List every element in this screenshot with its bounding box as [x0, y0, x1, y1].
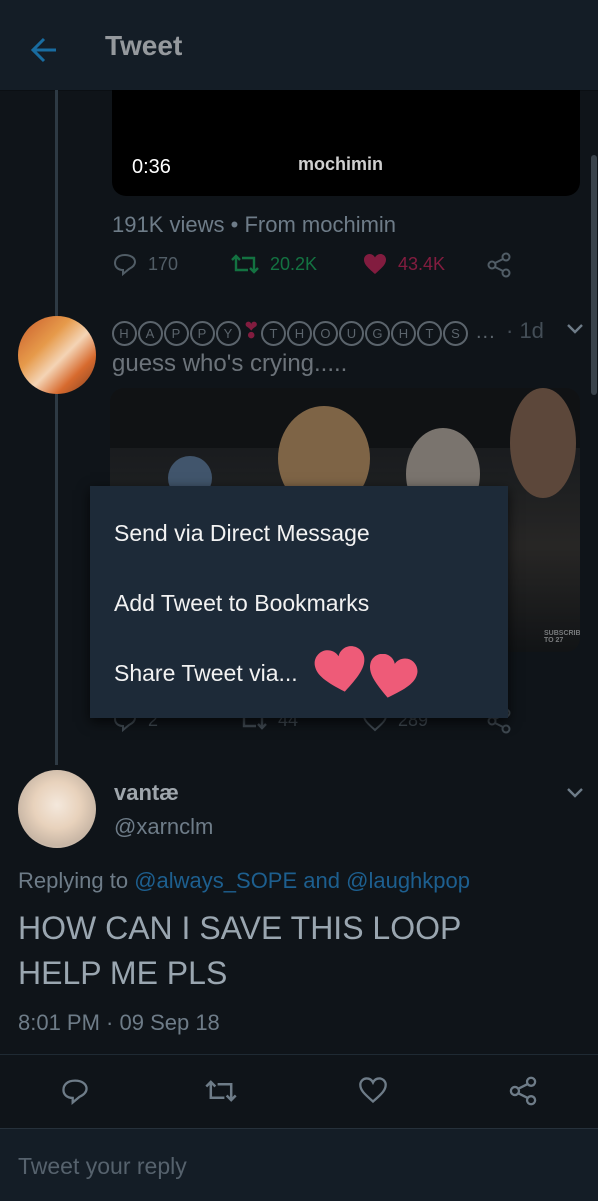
meta-separator: • — [230, 212, 239, 237]
quoted-video[interactable]: 0:36 mochimin — [112, 90, 580, 196]
name-letter: T — [417, 321, 443, 346]
retweet-icon — [231, 254, 259, 274]
name-letter: T — [261, 321, 287, 346]
tweet-text: HOW CAN I SAVE THIS LOOP HELP ME PLS — [18, 906, 578, 996]
name-letter: H — [287, 321, 313, 346]
name-letter: Y — [216, 321, 241, 346]
name-letter: U — [339, 321, 365, 346]
share-icon[interactable] — [508, 1076, 538, 1111]
reply-icon — [113, 253, 137, 276]
name-ellipsis: ... — [476, 321, 496, 343]
name-letter: P — [164, 321, 189, 346]
reply-count: 170 — [148, 253, 179, 274]
menu-item-bookmark[interactable]: Add Tweet to Bookmarks — [114, 590, 369, 617]
share-action[interactable] — [486, 252, 522, 278]
author-handle[interactable]: @xarnclm — [114, 814, 213, 840]
mention-link[interactable]: @laughkpop — [346, 868, 470, 893]
tweet-text-line: HOW CAN I SAVE THIS LOOP — [18, 910, 462, 946]
avatar[interactable] — [18, 316, 96, 394]
retweet-count: 20.2K — [270, 253, 318, 274]
name-letter: S — [443, 321, 469, 346]
heart-icon[interactable] — [358, 1076, 388, 1109]
author-name[interactable]: H A P P Y ❣ T H O U G H T S ... — [112, 318, 496, 346]
video-source[interactable]: From mochimin — [244, 212, 396, 237]
name-letter: O — [313, 321, 339, 346]
video-watermark: SUBSCRIBE TO 27 — [544, 630, 580, 644]
replying-to: Replying to @always_SOPE and @laughkpop — [18, 868, 470, 894]
mention-link[interactable]: @always_SOPE — [134, 868, 297, 893]
like-action[interactable]: 43.4K — [362, 252, 445, 276]
replying-label: Replying to — [18, 868, 129, 893]
scrollbar[interactable] — [591, 155, 597, 395]
menu-item-share-via[interactable]: Share Tweet via... — [114, 660, 298, 687]
menu-item-direct-message[interactable]: Send via Direct Message — [114, 520, 370, 547]
name-letter: A — [138, 321, 163, 346]
quoted-meta: 191K views • From mochimin — [112, 212, 396, 238]
video-duration: 0:36 — [132, 156, 171, 178]
divider — [0, 1054, 598, 1055]
chevron-down-icon[interactable] — [565, 786, 585, 800]
like-count: 43.4K — [398, 253, 446, 274]
retweet-icon[interactable] — [204, 1076, 238, 1111]
page-title: Tweet — [105, 30, 183, 61]
tweet-text-line: HELP ME PLS — [18, 955, 228, 991]
heart-filled-icon — [364, 254, 386, 274]
back-arrow-icon[interactable] — [26, 30, 66, 70]
name-letter: H — [391, 321, 417, 346]
retweet-action[interactable]: 20.2K — [230, 252, 317, 276]
thread-line — [55, 90, 58, 765]
author-name[interactable]: vantæ — [114, 780, 179, 806]
mention-and: and — [303, 868, 340, 893]
avatar[interactable] — [18, 770, 96, 848]
heart-sticker-icon — [314, 646, 365, 692]
quoted-actions: 170 20.2K 43.4K — [112, 252, 532, 286]
video-watermark: mochimin — [298, 154, 384, 174]
video-face — [510, 388, 576, 498]
reply-composer[interactable]: Tweet your reply — [0, 1128, 598, 1201]
share-context-menu: Send via Direct Message Add Tweet to Boo… — [90, 486, 508, 718]
name-letter: H — [112, 321, 137, 346]
reply-input-placeholder[interactable]: Tweet your reply — [18, 1153, 187, 1180]
chevron-down-icon[interactable] — [565, 322, 585, 336]
tweet-text: guess who's crying..... — [112, 350, 348, 377]
share-icon — [487, 252, 511, 278]
heart-exclamation-icon: ❣ — [242, 318, 262, 343]
tweet-timestamp: 8:01 PM · 09 Sep 18 — [18, 1010, 220, 1035]
heart-sticker-icon — [369, 654, 418, 698]
name-letter: P — [190, 321, 215, 346]
tweet-time: · 1d — [506, 318, 544, 343]
name-letter: G — [365, 321, 391, 346]
view-count: 191K views — [112, 212, 225, 237]
reply-icon[interactable] — [60, 1076, 90, 1111]
reply-action[interactable]: 170 — [112, 252, 178, 276]
tweet-actions — [0, 1070, 598, 1116]
top-app-bar: Tweet — [0, 0, 598, 91]
